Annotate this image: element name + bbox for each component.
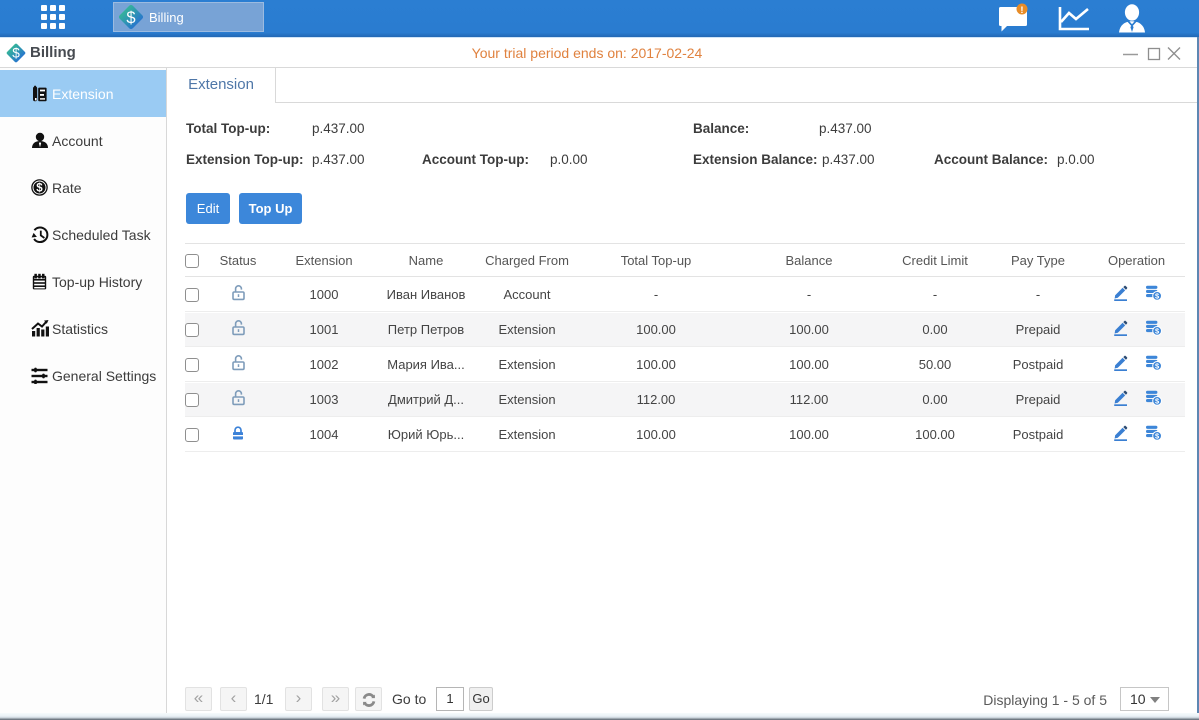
- svg-text:$: $: [36, 183, 43, 195]
- svg-text:$: $: [126, 8, 135, 27]
- svg-text:!: !: [1020, 5, 1023, 16]
